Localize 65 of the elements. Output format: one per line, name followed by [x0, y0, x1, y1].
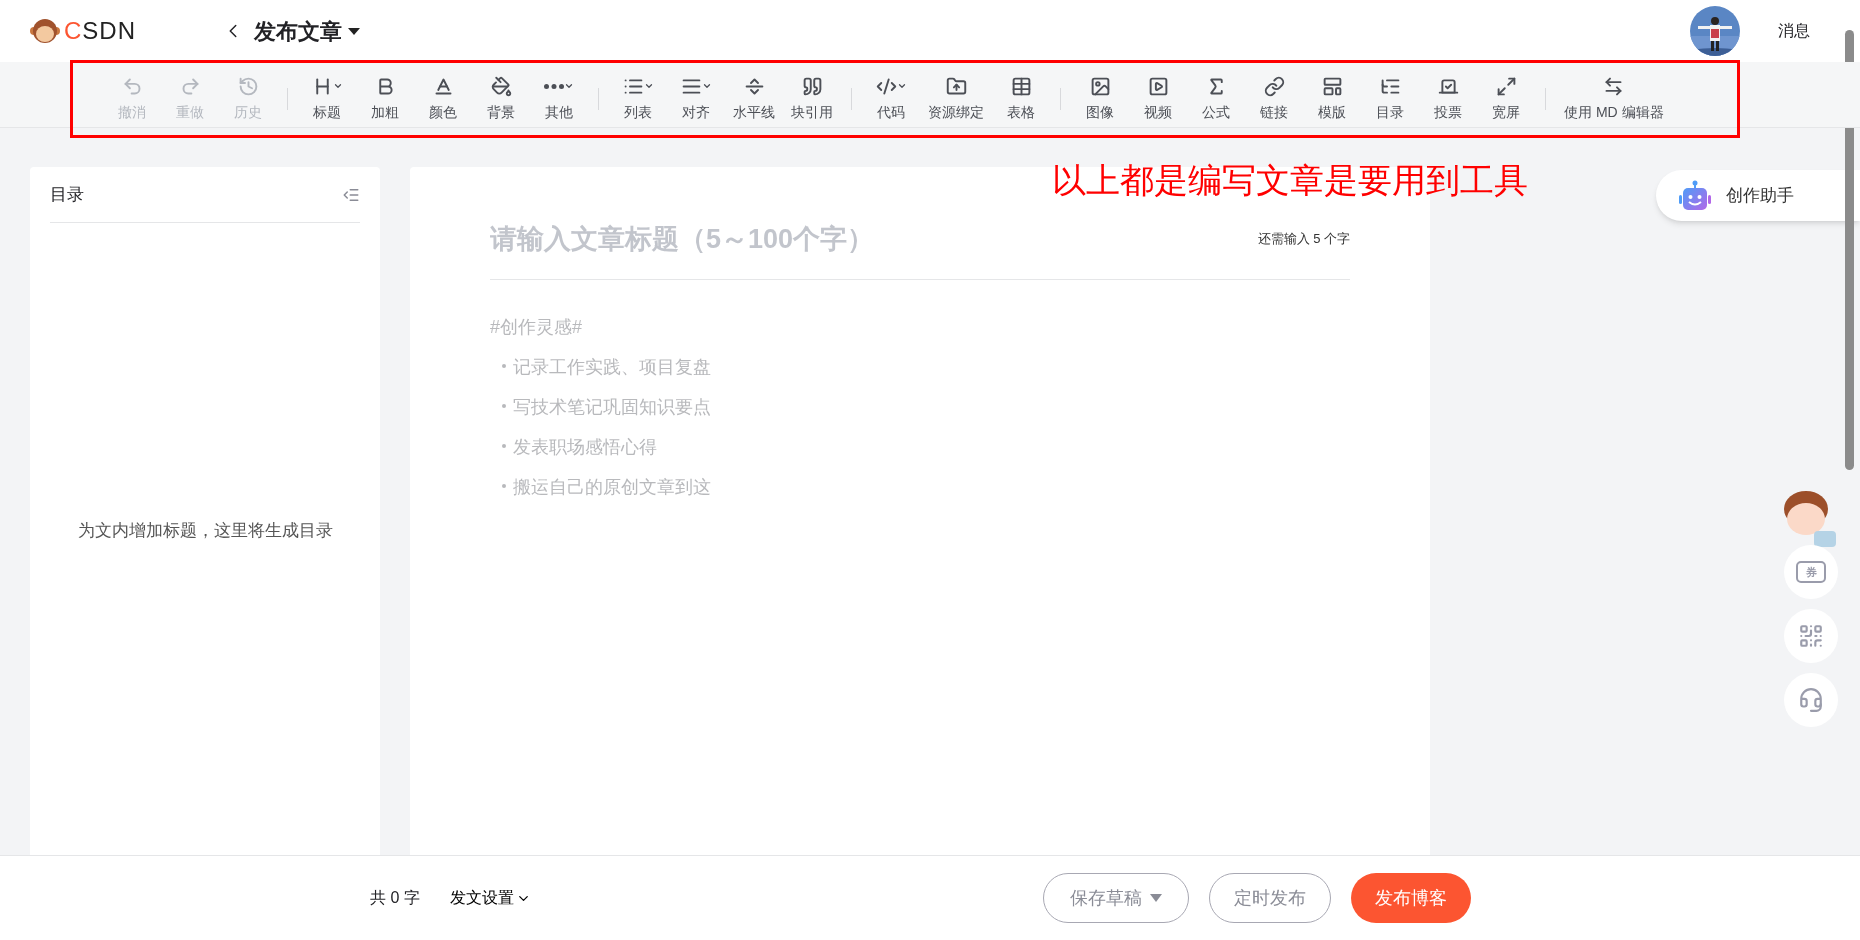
- placeholder-text: 发表职场感悟心得: [513, 436, 657, 459]
- robot-icon: [1678, 179, 1712, 212]
- qr-code-icon: [1798, 623, 1824, 649]
- toolbar-button[interactable]: 标题: [298, 75, 356, 123]
- placeholder-text: 记录工作实践、项目复盘: [513, 356, 711, 379]
- bullet-icon: [502, 364, 506, 368]
- toolbar-button[interactable]: 投票: [1419, 75, 1477, 123]
- bullet-icon: [502, 484, 506, 488]
- video-icon: [1147, 75, 1169, 97]
- caret-icon: [348, 27, 360, 35]
- toolbar-button[interactable]: 公式: [1187, 75, 1245, 123]
- toolbar-button[interactable]: 图像: [1071, 75, 1129, 123]
- layout-icon: [1321, 75, 1343, 97]
- toolbar-button[interactable]: 目录: [1361, 75, 1419, 123]
- messages-link[interactable]: 消息: [1778, 19, 1810, 43]
- bullet-icon: [502, 444, 506, 448]
- image-icon: [1089, 75, 1111, 97]
- logo-text[interactable]: CSDN: [64, 13, 136, 49]
- more-icon: [544, 83, 564, 89]
- page-title-dropdown[interactable]: 发布文章: [254, 14, 360, 48]
- toolbar-button[interactable]: 块引用: [783, 75, 841, 123]
- caret-icon: [643, 81, 654, 91]
- table-icon: [1010, 75, 1032, 97]
- quote-icon: [801, 75, 823, 97]
- toolbar-button[interactable]: 加粗: [356, 75, 414, 123]
- remaining-count-text: 还需输入 5 个字: [1257, 230, 1350, 249]
- toolbar-button[interactable]: 链接: [1245, 75, 1303, 123]
- title-input-field[interactable]: 请输入文章标题（5～100个字）: [490, 219, 1258, 259]
- caret-icon: [1149, 894, 1162, 902]
- bullet-icon: [502, 404, 506, 408]
- caret-icon: [564, 81, 574, 91]
- horizontal-rule-icon: [743, 75, 765, 97]
- history-icon: [237, 75, 259, 97]
- caret-icon: [332, 81, 343, 91]
- folder-upload-icon: [945, 75, 967, 97]
- toolbar-button[interactable]: 资源绑定: [920, 75, 992, 123]
- toolbar-button[interactable]: 列表: [609, 75, 667, 123]
- link-icon: [1263, 75, 1285, 97]
- toolbar-button[interactable]: 表格: [992, 75, 1050, 123]
- toolbar-button[interactable]: 使用 MD 编辑器: [1556, 75, 1672, 123]
- toolbar-button[interactable]: 视频: [1129, 75, 1187, 123]
- caret-icon: [896, 81, 907, 91]
- toolbar-button[interactable]: 其他: [530, 75, 588, 123]
- toc-title: 目录: [50, 183, 84, 206]
- annotation-text: 以上都是编写文章是要用到工具: [1052, 160, 1528, 201]
- toolbar-button[interactable]: 颜色: [414, 75, 472, 123]
- headset-icon: [1798, 687, 1824, 713]
- scrollbar-thumb[interactable]: [1845, 30, 1854, 470]
- toc-empty-text: 为文内增加标题，这里将生成目录: [77, 520, 333, 542]
- toolbar-button[interactable]: 背景: [472, 75, 530, 123]
- assistant-button[interactable]: 创作助手: [1656, 170, 1860, 221]
- monkey-logo-icon: [30, 18, 60, 44]
- placeholder-text: 写技术笔记巩固知识要点: [513, 396, 711, 419]
- toolbar-button[interactable]: 水平线: [725, 75, 783, 123]
- toolbar-button[interactable]: 代码: [862, 75, 920, 123]
- toolbar-button[interactable]: 模版: [1303, 75, 1361, 123]
- placeholder-text: 搬运自己的原创文章到这: [513, 476, 711, 499]
- caret-icon: [701, 81, 712, 91]
- publish-settings-dropdown[interactable]: 发文设置: [449, 886, 531, 910]
- expand-icon: [1495, 75, 1517, 97]
- toolbar-button[interactable]: 宽屏: [1477, 75, 1535, 123]
- hashtag-placeholder: #创作灵感#: [490, 316, 584, 339]
- word-count-text: 共 0 字: [370, 888, 420, 908]
- toolbar-button[interactable]: 对齐: [667, 75, 725, 123]
- paint-bucket-icon: [490, 75, 512, 97]
